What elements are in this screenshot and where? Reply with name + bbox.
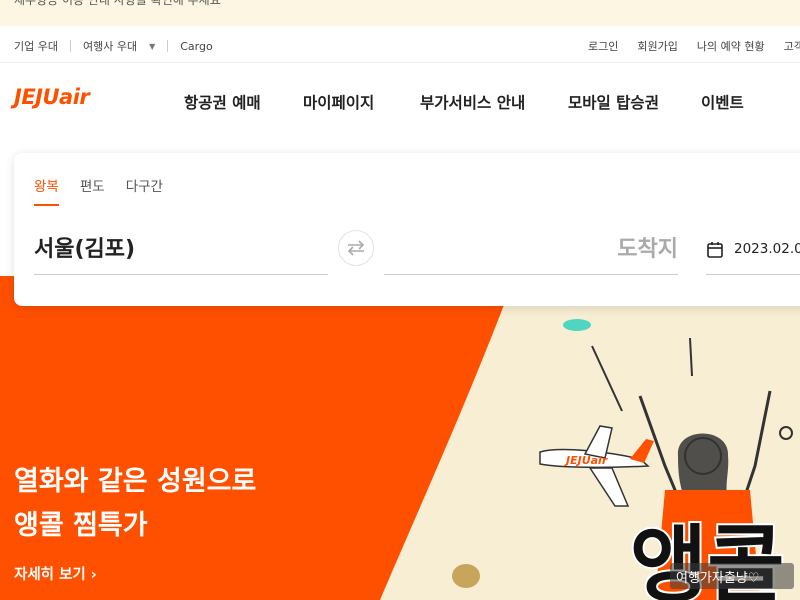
calendar-icon bbox=[707, 242, 723, 258]
agency-dropdown[interactable]: 여행사 우대 ▼ bbox=[83, 38, 155, 54]
nav-item-mypage[interactable]: 마이페이지 bbox=[303, 91, 374, 113]
corporate-link[interactable]: 기업 우대 bbox=[14, 38, 58, 54]
hero-title-line-2: 앵콜 찜특가 bbox=[14, 510, 148, 541]
caret-down-icon: ▼ bbox=[149, 41, 156, 51]
tab-round-trip[interactable]: 왕복 bbox=[34, 175, 59, 206]
nav-item-booking[interactable]: 항공권 예매 bbox=[184, 91, 261, 113]
main-navigation: JEJUair 항공권 예매 마이페이지 부가서비스 안내 모바일 탑승권 이벤… bbox=[0, 63, 800, 141]
departure-date-text: 2023.02.0 bbox=[734, 241, 800, 257]
tab-multi-city[interactable]: 다구간 bbox=[126, 175, 163, 206]
hero-illustration: JEJUair 앵콜 bbox=[0, 276, 793, 600]
hero-title: 열화와 같은 성원으로 앵콜 찜특가 bbox=[14, 460, 256, 548]
departure-date-field[interactable]: 2023.02.0 bbox=[706, 231, 800, 275]
origin-field[interactable]: 서울(김포) bbox=[34, 231, 328, 275]
jejuair-logo[interactable]: JEJUair bbox=[14, 85, 90, 109]
hero-banner[interactable]: JEJUair 앵콜 열화와 같은 성원으로 앵콜 찜특가 자세히 보기 › 여… bbox=[0, 276, 800, 600]
swap-arrows-icon bbox=[347, 240, 365, 256]
signup-link[interactable]: 회원가입 bbox=[637, 38, 677, 54]
svg-text:JEJUair: JEJUair bbox=[564, 454, 608, 467]
nav-item-mobile-pass[interactable]: 모바일 탑승권 bbox=[568, 91, 659, 113]
divider bbox=[69, 40, 71, 52]
login-link[interactable]: 로그인 bbox=[588, 38, 618, 54]
cargo-link[interactable]: Cargo bbox=[180, 40, 212, 53]
notice-text: 제주항공 이용 안내 사항을 확인해 주세요 bbox=[14, 0, 221, 7]
trip-type-tabs: 왕복 편도 다구간 bbox=[34, 175, 184, 206]
see-more-link[interactable]: 자세히 보기 › bbox=[14, 563, 97, 584]
nav-item-services[interactable]: 부가서비스 안내 bbox=[420, 91, 525, 113]
my-reservations-link[interactable]: 나의 예약 현황 bbox=[697, 38, 765, 54]
divider bbox=[167, 40, 169, 52]
notice-bar: 제주항공 이용 안내 사항을 확인해 주세요 bbox=[0, 0, 800, 26]
destination-field[interactable]: 도착지 bbox=[384, 231, 678, 275]
hero-title-line-1: 열화와 같은 성원으로 bbox=[14, 466, 257, 497]
tab-one-way[interactable]: 편도 bbox=[80, 175, 105, 206]
customer-link[interactable]: 고객 bbox=[784, 38, 800, 54]
utility-bar: 기업 우대 여행사 우대 ▼ Cargo 로그인 회원가입 나의 예약 현황 고… bbox=[0, 26, 800, 63]
nav-item-events[interactable]: 이벤트 bbox=[701, 91, 744, 113]
watermark: 여행가자출냥♡ bbox=[670, 563, 794, 589]
swap-route-button[interactable] bbox=[338, 230, 374, 266]
flight-search-panel: 왕복 편도 다구간 서울(김포) 도착지 2023.02.0 bbox=[14, 153, 800, 306]
agency-label: 여행사 우대 bbox=[82, 40, 138, 53]
